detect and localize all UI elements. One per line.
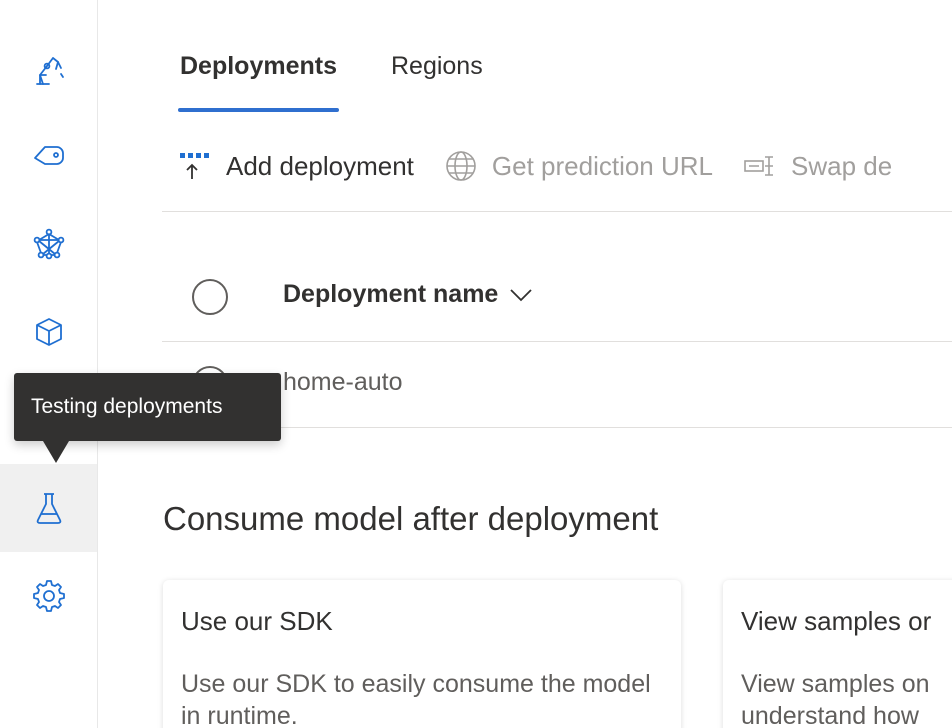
chevron-down-icon xyxy=(510,288,532,301)
tag-icon xyxy=(33,146,64,165)
cube-icon xyxy=(35,318,62,346)
swap-deployments-button[interactable]: Swap de xyxy=(727,132,892,200)
column-header-deployment-name[interactable]: Deployment name xyxy=(283,280,534,309)
samples-card-description: View samples on understand how xyxy=(741,670,930,728)
sdk-card[interactable]: Use our SDK Use our SDK to easily consum… xyxy=(163,580,681,728)
add-deployment-icon xyxy=(180,153,209,179)
network-icon xyxy=(33,228,64,260)
app: Testing deployments Deployments Regions … xyxy=(0,0,952,728)
swap-deployments-label: Swap de xyxy=(791,150,893,181)
nav-item-project[interactable] xyxy=(0,26,97,114)
get-prediction-url-label: Get prediction URL xyxy=(491,150,714,181)
pivot-tabs: Deployments Regions xyxy=(162,48,501,112)
nav-item-settings[interactable] xyxy=(0,552,97,640)
select-all-radio[interactable] xyxy=(192,279,228,315)
nav-item-model[interactable] xyxy=(0,288,97,376)
globe-icon xyxy=(446,151,476,181)
add-deployment-button[interactable]: Add deployment xyxy=(162,132,414,200)
robot-arm-icon xyxy=(35,57,64,85)
left-nav-rail xyxy=(0,0,98,728)
get-prediction-url-button[interactable]: Get prediction URL xyxy=(428,132,713,200)
gear-icon xyxy=(32,580,65,612)
samples-card[interactable]: View samples or View samples on understa… xyxy=(723,580,952,728)
nav-item-training[interactable] xyxy=(0,200,97,288)
deployment-name-cell: home-auto xyxy=(283,368,403,396)
tooltip-text: Testing deployments xyxy=(31,395,223,418)
command-bar: Add deployment Get prediction URL Swap d… xyxy=(162,132,952,212)
sdk-card-title: Use our SDK xyxy=(181,606,333,636)
swap-icon xyxy=(744,156,774,176)
tab-deployments[interactable]: Deployments xyxy=(162,48,355,112)
sdk-card-description: Use our SDK to easily consume the model … xyxy=(181,670,651,728)
consume-section-title: Consume model after deployment xyxy=(163,500,659,537)
column-header-label: Deployment name xyxy=(283,280,499,308)
add-deployment-label: Add deployment xyxy=(226,150,414,181)
flask-icon xyxy=(36,493,61,524)
samples-card-title: View samples or xyxy=(741,606,932,636)
nav-tooltip: Testing deployments xyxy=(14,373,281,463)
nav-item-testing-deployments[interactable] xyxy=(0,464,97,552)
tab-regions[interactable]: Regions xyxy=(373,48,501,112)
table-header: Deployment name xyxy=(162,252,952,342)
nav-item-labels[interactable] xyxy=(0,113,97,201)
